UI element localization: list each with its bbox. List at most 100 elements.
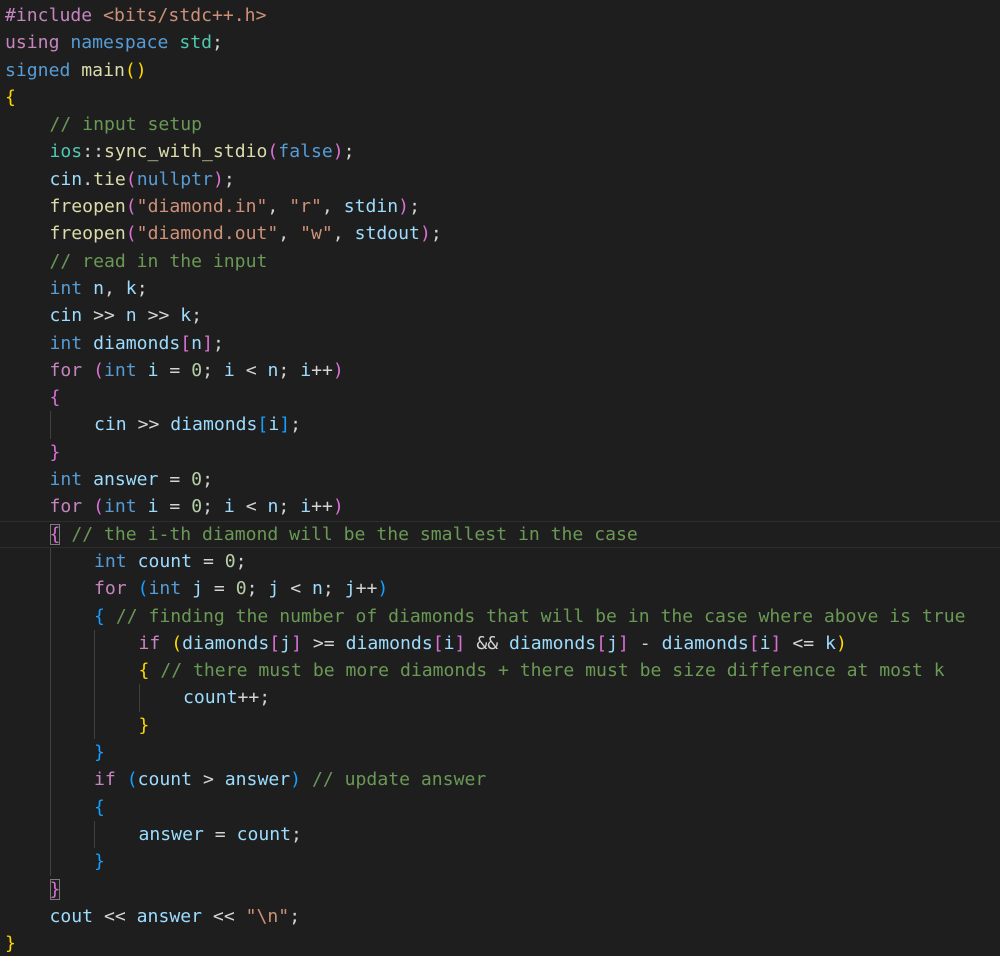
indent-guide	[49, 411, 51, 439]
code-line[interactable]: if (diamonds[j] >= diamonds[i] && diamon…	[5, 629, 966, 658]
code-line[interactable]: { // finding the number of diamonds that…	[5, 602, 966, 630]
code-line[interactable]: int diamonds[n];	[5, 330, 966, 357]
code-line[interactable]: using namespace std;	[5, 29, 966, 56]
code-token: ,	[267, 196, 290, 218]
code-line[interactable]: cin.tie(nullptr);	[5, 166, 966, 193]
code-line[interactable]: {	[5, 384, 966, 411]
code-line[interactable]: }	[5, 930, 966, 956]
code-token: for	[49, 496, 83, 518]
code-token: .	[82, 168, 94, 190]
code-token: {	[49, 387, 61, 409]
code-line[interactable]: #include <bits/stdc++.h>	[5, 2, 966, 29]
code-token: (	[137, 578, 149, 600]
code-token: (	[93, 359, 104, 381]
code-token: // there must be more diamonds + there m…	[160, 660, 945, 682]
code-token: ;	[212, 332, 224, 354]
code-line[interactable]: // read in the input	[5, 248, 966, 275]
code-line[interactable]: freopen("diamond.in", "r", stdin);	[5, 193, 966, 220]
indent-guide	[49, 575, 51, 603]
code-token: <=	[781, 632, 826, 654]
code-line[interactable]: int n, k;	[5, 275, 966, 302]
code-token: j	[344, 578, 356, 600]
code-token: {	[94, 796, 105, 818]
indent-guide	[49, 657, 51, 685]
code-token: signed	[5, 59, 71, 81]
code-line[interactable]: if (count > answer) // update answer	[5, 766, 966, 794]
code-token: i	[147, 359, 159, 381]
code-token: &&	[465, 632, 510, 654]
code-token: <	[279, 578, 312, 600]
code-token: ;	[246, 578, 269, 600]
indent-guide	[138, 684, 140, 712]
code-line[interactable]: count++;	[5, 684, 966, 712]
code-token: // read in the input	[49, 250, 268, 272]
code-token: i	[759, 632, 771, 654]
code-token: diamonds	[170, 414, 258, 436]
code-line[interactable]: freopen("diamond.out", "w", stdout);	[5, 220, 966, 247]
code-line[interactable]: { // there must be more diamonds + there…	[5, 657, 966, 685]
code-token: ]	[454, 632, 466, 654]
code-line[interactable]: answer = count;	[5, 820, 966, 849]
code-token: count	[183, 687, 238, 709]
indent-guide	[49, 629, 51, 658]
code-editor[interactable]: #include <bits/stdc++.h> using namespace …	[0, 0, 1000, 956]
code-token: int	[104, 359, 137, 381]
code-token: (	[171, 632, 183, 654]
code-line[interactable]: { // the i-th diamond will be the smalle…	[0, 520, 1000, 549]
code-token: diamonds	[182, 632, 270, 654]
code-token: ;	[223, 168, 235, 190]
indent-guide	[49, 820, 51, 849]
code-line[interactable]: for (int i = 0; i < n; i++)	[5, 493, 966, 520]
code-token: cin	[49, 168, 83, 190]
code-token: ++	[311, 496, 333, 518]
code-line[interactable]: cout << answer << "\n";	[5, 903, 966, 930]
code-line[interactable]: }	[5, 439, 966, 466]
code-line[interactable]: {	[5, 84, 966, 111]
code-token: int	[104, 496, 137, 518]
code-token: <	[234, 359, 268, 381]
code-token: ()	[124, 59, 147, 81]
code-line[interactable]: cin >> diamonds[i];	[5, 411, 966, 439]
code-token: namespace	[70, 32, 169, 54]
code-token: )	[332, 359, 344, 381]
code-line[interactable]: int count = 0;	[5, 547, 966, 576]
code-token: >	[192, 769, 225, 791]
code-line[interactable]: for (int j = 0; j < n; j++)	[5, 575, 966, 603]
code-token: n	[93, 277, 104, 299]
code-line[interactable]: for (int i = 0; i < n; i++)	[5, 357, 966, 384]
code-token: answer	[138, 823, 204, 845]
code-line[interactable]: }	[5, 876, 966, 903]
code-token: int	[148, 578, 182, 600]
code-token: ,	[104, 277, 126, 299]
code-token: ;	[343, 141, 355, 163]
code-token: [	[596, 632, 608, 654]
code-line[interactable]: ios::sync_with_stdio(false);	[5, 138, 966, 165]
code-lines: #include <bits/stdc++.h> using namespace …	[0, 2, 1000, 956]
code-line[interactable]: cin >> n >> k;	[5, 302, 966, 329]
code-token: count	[137, 769, 193, 791]
code-token: {	[49, 523, 61, 545]
code-line[interactable]: signed main()	[5, 57, 966, 84]
code-line[interactable]: int answer = 0;	[5, 466, 966, 493]
code-token: i	[300, 359, 312, 381]
indent-guide	[49, 602, 51, 630]
code-line[interactable]: }	[5, 848, 966, 876]
code-token: ;	[322, 578, 345, 600]
indent-guide	[49, 711, 51, 740]
code-token: i	[223, 496, 235, 518]
code-token: )	[290, 769, 302, 791]
code-token: j	[280, 632, 292, 654]
code-token: if	[94, 769, 116, 791]
code-token: n	[125, 305, 137, 327]
code-token: sync_with_stdio	[103, 141, 268, 163]
code-token: cin	[94, 414, 127, 436]
code-line[interactable]: }	[5, 711, 966, 740]
code-line[interactable]: // input setup	[5, 111, 966, 138]
code-line[interactable]: }	[5, 739, 966, 767]
code-line[interactable]: {	[5, 793, 966, 821]
